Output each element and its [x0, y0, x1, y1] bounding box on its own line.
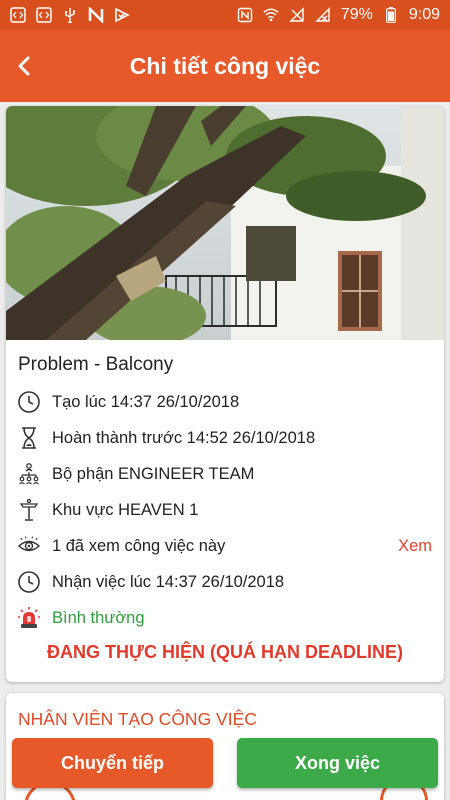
back-button[interactable] — [2, 44, 46, 88]
code-notification-icon — [10, 7, 26, 23]
views-row: 1 đã xem công việc này Xem — [6, 528, 444, 564]
battery-percent: 79% — [340, 6, 373, 23]
app-bar: Chi tiết công việc — [0, 30, 450, 102]
hourglass-icon — [16, 425, 42, 451]
received-text: Nhận việc lúc 14:37 26/10/2018 — [52, 572, 285, 591]
nfc-icon — [237, 7, 253, 23]
department-text: Bộ phận ENGINEER TEAM — [52, 464, 255, 483]
eye-icon — [16, 533, 42, 559]
usb-icon — [62, 7, 78, 23]
area-row: Khu vực HEAVEN 1 — [6, 492, 444, 528]
area-text: Khu vực HEAVEN 1 — [52, 500, 199, 519]
deadline-row: Hoàn thành trước 14:52 26/10/2018 — [6, 420, 444, 456]
siren-icon — [16, 605, 42, 631]
views-text: 1 đã xem công việc này — [52, 536, 226, 555]
clock-icon — [16, 389, 42, 415]
created-text: Tạo lúc 14:37 26/10/2018 — [52, 392, 240, 411]
no-sim-icon — [315, 7, 331, 23]
code-notification-icon — [36, 7, 52, 23]
n-app-icon — [88, 7, 104, 23]
job-photo[interactable] — [6, 106, 444, 340]
job-status-label: ĐANG THỰC HIỆN (QUÁ HẠN DEADLINE) — [47, 642, 403, 662]
deadline-text: Hoàn thành trước 14:52 26/10/2018 — [52, 428, 316, 447]
priority-text: Bình thường — [52, 608, 145, 627]
check-app-icon — [114, 7, 130, 23]
battery-icon — [383, 7, 399, 23]
forward-button[interactable]: Chuyển tiếp — [12, 738, 213, 788]
done-button[interactable]: Xong việc — [237, 738, 438, 788]
received-row: Nhận việc lúc 14:37 26/10/2018 — [6, 564, 444, 600]
signpost-icon — [16, 497, 42, 523]
department-row: Bộ phận ENGINEER TEAM — [6, 456, 444, 492]
chevron-left-icon — [18, 56, 30, 76]
status-bar: 79% 9:09 — [0, 0, 450, 30]
job-title: Problem - Balcony — [18, 354, 174, 375]
created-row: Tạo lúc 14:37 26/10/2018 — [6, 384, 444, 420]
job-detail-card: Problem - Balcony Tạo lúc 14:37 26/10/20… — [6, 106, 444, 682]
view-viewers-link[interactable]: Xem — [398, 537, 432, 556]
no-signal-icon — [289, 7, 305, 23]
clock: 9:09 — [408, 6, 440, 23]
creator-section-title: NHÂN VIÊN TẠO CÔNG VIỆC — [18, 709, 257, 729]
wifi-icon — [263, 7, 279, 23]
org-chart-icon — [16, 461, 42, 487]
clock-icon — [16, 569, 42, 595]
page-title: Chi tiết công việc — [129, 52, 321, 79]
priority-row: Bình thường — [6, 600, 444, 636]
